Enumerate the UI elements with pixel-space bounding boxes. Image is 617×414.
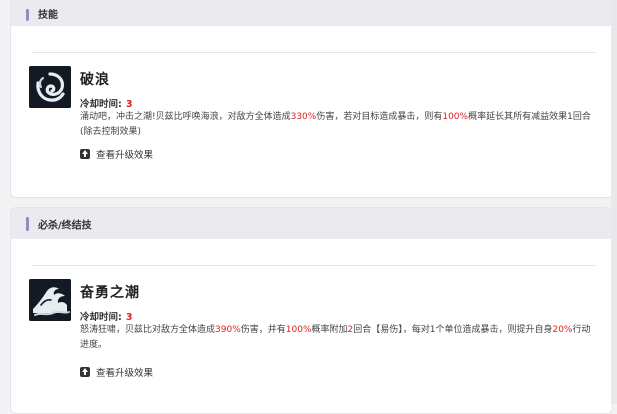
skill-card-ultimate: 必杀/终结技 奋勇之潮 冷却时间: 3 怒涛狂啸，贝兹比对敌方全体造成390%伤害… <box>10 207 613 414</box>
desc-text: 涌动吧，冲击之潮!贝兹比呼唤海浪，对敌方全体造成 <box>80 112 291 122</box>
cooldown-value: 3 <box>125 99 133 110</box>
view-upgrade-button[interactable]: 查看升级效果 <box>80 365 153 379</box>
desc-highlight: 100% <box>285 325 312 335</box>
upgrade-arrow-icon <box>80 149 90 159</box>
cooldown-label: 冷却时间: <box>80 99 122 110</box>
skill-name: 破浪 <box>80 72 110 88</box>
divider <box>31 52 596 53</box>
desc-highlight: 100% <box>442 112 469 122</box>
desc-highlight: 330% <box>290 112 317 122</box>
section-title: 必杀/终结技 <box>38 220 92 231</box>
skill-name: 奋勇之潮 <box>80 285 140 301</box>
cooldown-value: 3 <box>125 312 133 323</box>
section-title: 技能 <box>38 10 58 21</box>
desc-text: 伤害，并有 <box>240 325 286 335</box>
section-header: 必杀/终结技 <box>11 208 612 239</box>
scrollbar-track[interactable] <box>611 0 617 404</box>
section-accent-bar <box>26 216 29 231</box>
wave-swirl-icon <box>29 66 71 108</box>
desc-text: 概率附加 <box>311 325 348 335</box>
desc-text: 回合【易伤】，每对1个单位造成暴击，则提升自身 <box>353 325 553 335</box>
tidal-wave-icon <box>29 279 71 321</box>
view-upgrade-label: 查看升级效果 <box>96 368 154 379</box>
upgrade-arrow-icon <box>80 367 90 377</box>
desc-highlight: 20% <box>552 325 573 335</box>
desc-text: 伤害，若对目标造成暴击，则有 <box>316 112 443 122</box>
view-upgrade-label: 查看升级效果 <box>96 150 154 161</box>
skill-card-active: 技能 破浪 冷却时间: 3 涌动吧，冲击之潮!贝兹比呼唤海浪，对敌方全体造成330… <box>10 0 613 198</box>
section-header: 技能 <box>11 0 612 26</box>
desc-text: 怒涛狂啸，贝兹比对敌方全体造成 <box>80 325 216 335</box>
skill-description: 涌动吧，冲击之潮!贝兹比呼唤海浪，对敌方全体造成330%伤害，若对目标造成暴击，… <box>80 110 595 140</box>
divider <box>31 265 596 266</box>
cooldown: 冷却时间: 3 <box>80 96 132 110</box>
section-accent-bar <box>26 9 29 21</box>
cooldown: 冷却时间: 3 <box>80 309 132 323</box>
view-upgrade-button[interactable]: 查看升级效果 <box>80 147 153 161</box>
desc-highlight: 390% <box>215 325 241 335</box>
skill-description: 怒涛狂啸，贝兹比对敌方全体造成390%伤害，并有100%概率附加2回合【易伤】，… <box>80 323 595 353</box>
cooldown-label: 冷却时间: <box>80 312 122 323</box>
